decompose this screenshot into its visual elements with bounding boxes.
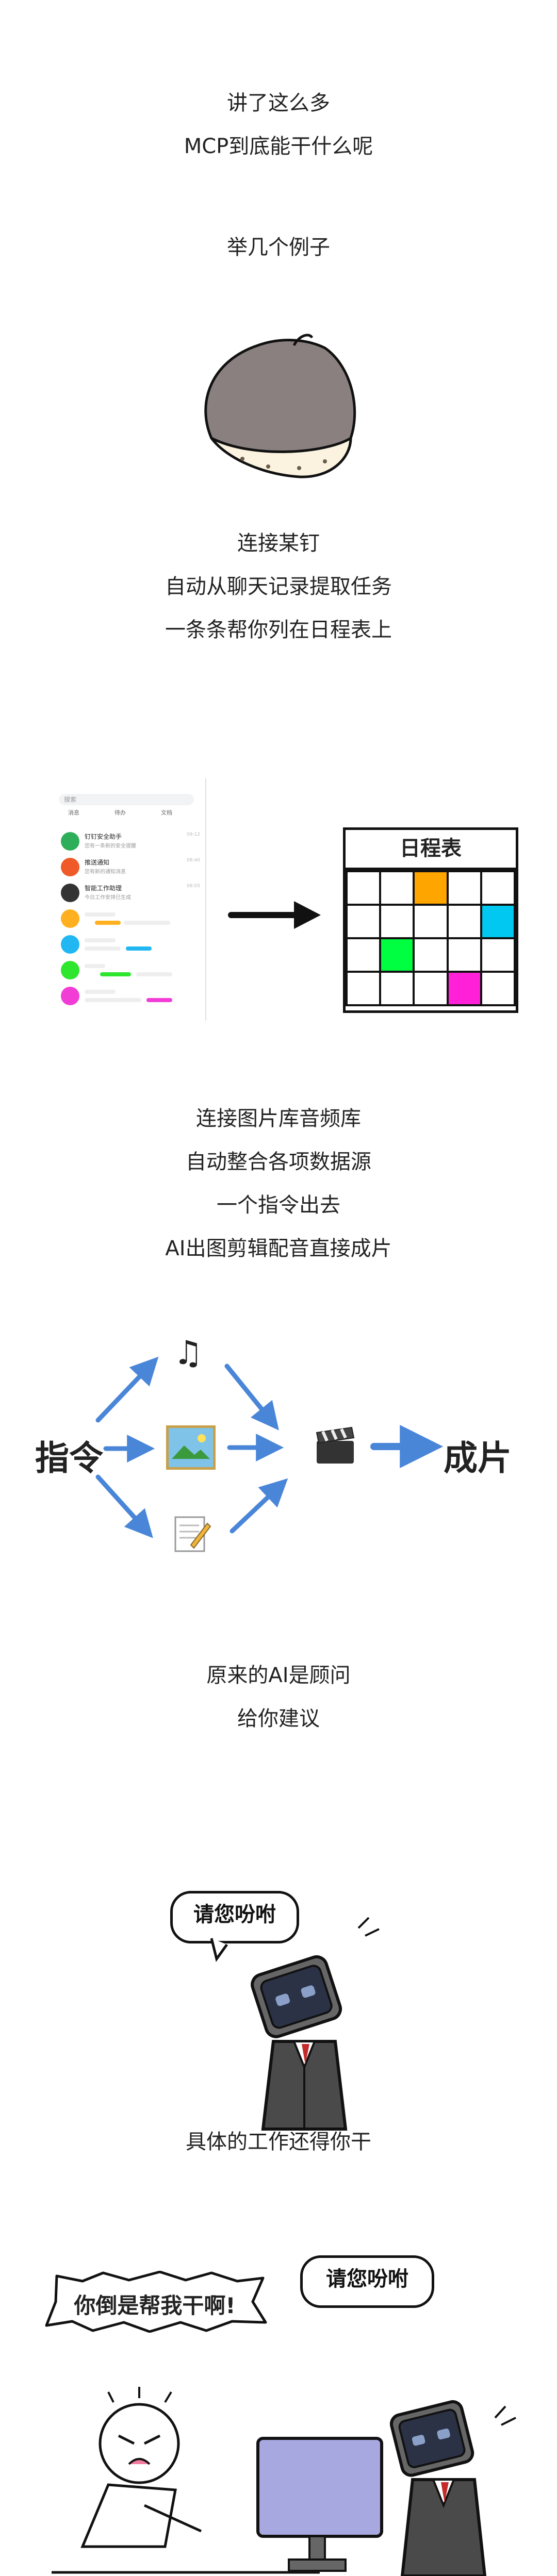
chat-preview: 您有新的通知消息: [85, 869, 126, 875]
caption-line: 原来的AI是顾问: [206, 1664, 351, 1687]
list-item[interactable]: 钉钉安全助手 您有一条新的安全提醒 09:12: [59, 828, 203, 853]
caption-line: AI出图剪辑配音直接成片: [165, 1237, 392, 1260]
caption-line: 自动从聊天记录提取任务: [165, 575, 392, 599]
chestnut-illustration: [204, 334, 356, 478]
avatar: [61, 832, 79, 851]
schedule-title: 日程表: [346, 830, 516, 870]
arrow-notepad-to-clapper: [230, 1478, 288, 1534]
arrow-to-notepad: [95, 1474, 153, 1538]
caption-line: 举几个例子: [227, 236, 330, 259]
caption-line: 一条条帮你列在日程表上: [165, 618, 392, 642]
tab-todo[interactable]: 待办: [114, 808, 126, 817]
chat-tabs: 消息 待办 文档: [59, 808, 198, 819]
avatar: [61, 935, 79, 954]
robot-butler-illustration: [210, 1917, 380, 2131]
flow-arrows: [95, 1356, 444, 1538]
chat-list-screenshot: 搜索 消息 待办 文档 钉钉安全助手 您有一条新的安全提醒 09:12 推送通知…: [56, 778, 206, 1021]
list-item[interactable]: [59, 957, 203, 982]
schedule-table: 日程表: [343, 827, 518, 1013]
tab-docs[interactable]: 文档: [161, 808, 172, 817]
angry-user-illustration: [52, 2387, 516, 2576]
chat-name: 推送通知: [85, 859, 110, 866]
list-item[interactable]: [59, 931, 203, 956]
caption-line: 连接图片库音频库: [196, 1107, 361, 1131]
avatar: [61, 909, 79, 928]
avatar: [61, 987, 79, 1005]
list-item[interactable]: [59, 983, 203, 1007]
avatar: [61, 884, 79, 902]
advisor-caption: 原来的AI是顾问 给你建议: [0, 1654, 557, 1740]
caption-line: MCP到底能干什么呢: [184, 135, 373, 158]
chat-name: 钉钉安全助手: [85, 833, 122, 840]
list-item[interactable]: 推送通知 您有新的通知消息 08:40: [59, 854, 203, 878]
schedule-grid: [345, 870, 516, 1006]
search-input[interactable]: 搜索: [59, 794, 194, 805]
arrow-music-to-clapper: [224, 1364, 279, 1431]
chat-time: 08:40: [187, 858, 200, 863]
caption-line: 一个指令出去: [217, 1193, 340, 1217]
chat-name: 智能工作助理: [85, 885, 122, 892]
list-item[interactable]: 智能工作助理 今日工作安排已生成 08:05: [59, 879, 203, 904]
dingtalk-caption: 连接某钉 自动从聊天记录提取任务 一条条帮你列在日程表上: [0, 522, 557, 652]
examples-caption: 举几个例子: [0, 226, 557, 269]
chat-time: 08:05: [187, 884, 200, 889]
avatar: [61, 858, 79, 876]
caption-line: 给你建议: [237, 1707, 320, 1731]
media-caption: 连接图片库音频库 自动整合各项数据源 一个指令出去 AI出图剪辑配音直接成片: [0, 1097, 557, 1270]
arrow-to-music: [95, 1356, 159, 1423]
caption-line: 讲了这么多: [227, 91, 330, 115]
right-arrow-icon: [228, 901, 321, 929]
avatar: [61, 961, 79, 979]
caption-line: 自动整合各项数据源: [186, 1150, 371, 1174]
work-caption: 具体的工作还得你干: [0, 2120, 557, 2164]
tab-messages[interactable]: 消息: [68, 808, 79, 817]
intro-caption: 讲了这么多 MCP到底能干什么呢: [0, 81, 557, 168]
chat-preview: 今日工作安排已生成: [85, 895, 131, 901]
caption-line: 具体的工作还得你干: [186, 2130, 371, 2154]
list-item[interactable]: [59, 905, 203, 930]
caption-line: 连接某钉: [237, 531, 320, 555]
chat-time: 09:12: [187, 832, 200, 837]
chat-preview: 您有一条新的安全提醒: [85, 843, 136, 849]
